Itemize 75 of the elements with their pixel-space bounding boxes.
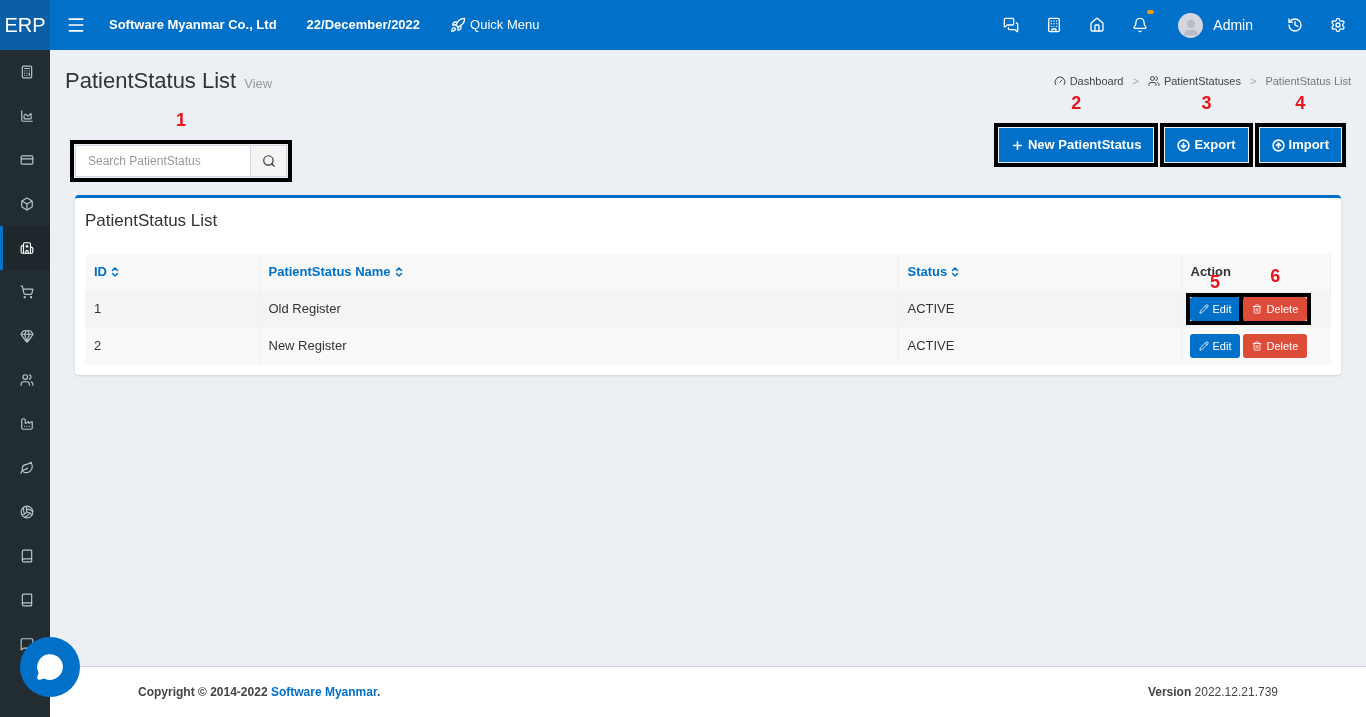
book-icon xyxy=(19,593,34,607)
upload-icon xyxy=(1271,138,1285,152)
page-subtitle: View xyxy=(244,75,273,93)
new-button[interactable]: New PatientStatus xyxy=(998,128,1154,162)
history-icon[interactable] xyxy=(1287,17,1303,33)
trash-icon xyxy=(1252,341,1263,351)
area-chart-icon xyxy=(19,109,34,123)
breadcrumb-link[interactable]: Dashboard xyxy=(1069,73,1124,90)
plus-icon xyxy=(1010,138,1024,152)
export-button[interactable]: Export xyxy=(1165,128,1248,162)
app-logo[interactable]: ERP xyxy=(0,0,50,50)
breadcrumb-separator: > xyxy=(1249,74,1257,89)
ball-icon xyxy=(19,505,34,519)
column-header[interactable]: PatientStatus Name xyxy=(259,253,898,291)
annotation-number: 6 xyxy=(1270,267,1281,285)
cube-icon xyxy=(19,197,34,211)
diamond-icon xyxy=(19,329,34,343)
annotation-number: 1 xyxy=(176,111,186,129)
edit-button[interactable]: Edit xyxy=(1189,297,1241,321)
delete-button[interactable]: Delete xyxy=(1243,297,1308,321)
table-cell: ACTIVE xyxy=(898,290,1181,328)
quick-menu-link[interactable]: Quick Menu xyxy=(450,15,540,35)
pencil-icon xyxy=(1198,304,1209,314)
card-title: PatientStatus List xyxy=(85,210,219,232)
rocket-icon xyxy=(450,17,467,33)
breadcrumb-link[interactable]: PatientStatuses xyxy=(1163,73,1241,90)
copyright-text: Copyright © 2014-2022 Software Myanmar. xyxy=(138,684,381,701)
company-name: Software Myanmar Co., Ltd xyxy=(109,16,277,35)
sidebar-item[interactable] xyxy=(0,226,50,270)
breadcrumb-current: PatientStatus List xyxy=(1265,74,1351,89)
trash-icon xyxy=(1252,304,1263,314)
book-icon xyxy=(19,549,34,563)
column-header[interactable]: ID xyxy=(85,253,259,291)
company-link[interactable]: Software Myanmar xyxy=(270,685,377,699)
table-cell: New Register xyxy=(259,327,898,365)
avatar[interactable] xyxy=(1178,12,1204,38)
edit-button[interactable]: Edit xyxy=(1189,334,1241,358)
dashboard-icon xyxy=(1053,75,1066,88)
table-cell: 2 xyxy=(85,327,259,365)
users-icon xyxy=(1147,75,1160,88)
date-label: 22/December/2022 xyxy=(306,16,421,35)
settings-icon[interactable] xyxy=(1330,17,1346,33)
search-icon xyxy=(261,154,276,168)
hospital-icon xyxy=(19,241,34,255)
download-icon xyxy=(1177,138,1191,152)
breadcrumb-separator: > xyxy=(1132,74,1139,89)
users-icon xyxy=(19,373,34,387)
chat-icon[interactable] xyxy=(1003,17,1020,33)
chat-icon xyxy=(36,653,64,681)
menu-icon[interactable] xyxy=(66,15,86,35)
leaf-icon xyxy=(19,461,34,475)
factory-icon xyxy=(19,417,34,431)
annotation-number: 3 xyxy=(1201,94,1212,112)
table-cell: 1 xyxy=(85,290,259,328)
table-cell: Old Register xyxy=(259,290,898,328)
home-icon[interactable] xyxy=(1089,17,1106,33)
calculator-icon xyxy=(19,65,34,79)
delete-button[interactable]: Delete xyxy=(1243,334,1308,358)
column-header[interactable]: Status xyxy=(898,253,1181,291)
annotation-number: 2 xyxy=(1071,94,1082,112)
import-button[interactable]: Import xyxy=(1259,128,1341,162)
search-field[interactable]: Search PatientStatus xyxy=(75,145,251,177)
user-name[interactable]: Admin xyxy=(1213,15,1253,35)
notification-button[interactable] xyxy=(1132,10,1155,33)
sort-icon xyxy=(109,266,121,278)
pencil-icon xyxy=(1198,341,1209,351)
annotation-number: 4 xyxy=(1295,94,1306,112)
page-title: PatientStatus List xyxy=(65,67,237,95)
cart-icon xyxy=(19,285,34,299)
credit-card-icon xyxy=(19,153,34,167)
bell-icon xyxy=(1132,17,1149,33)
building-icon[interactable] xyxy=(1046,17,1063,33)
search-button[interactable] xyxy=(251,145,287,177)
table-cell: ACTIVE xyxy=(898,327,1181,365)
version-text: Version 2022.12.21.739 xyxy=(1147,684,1278,701)
